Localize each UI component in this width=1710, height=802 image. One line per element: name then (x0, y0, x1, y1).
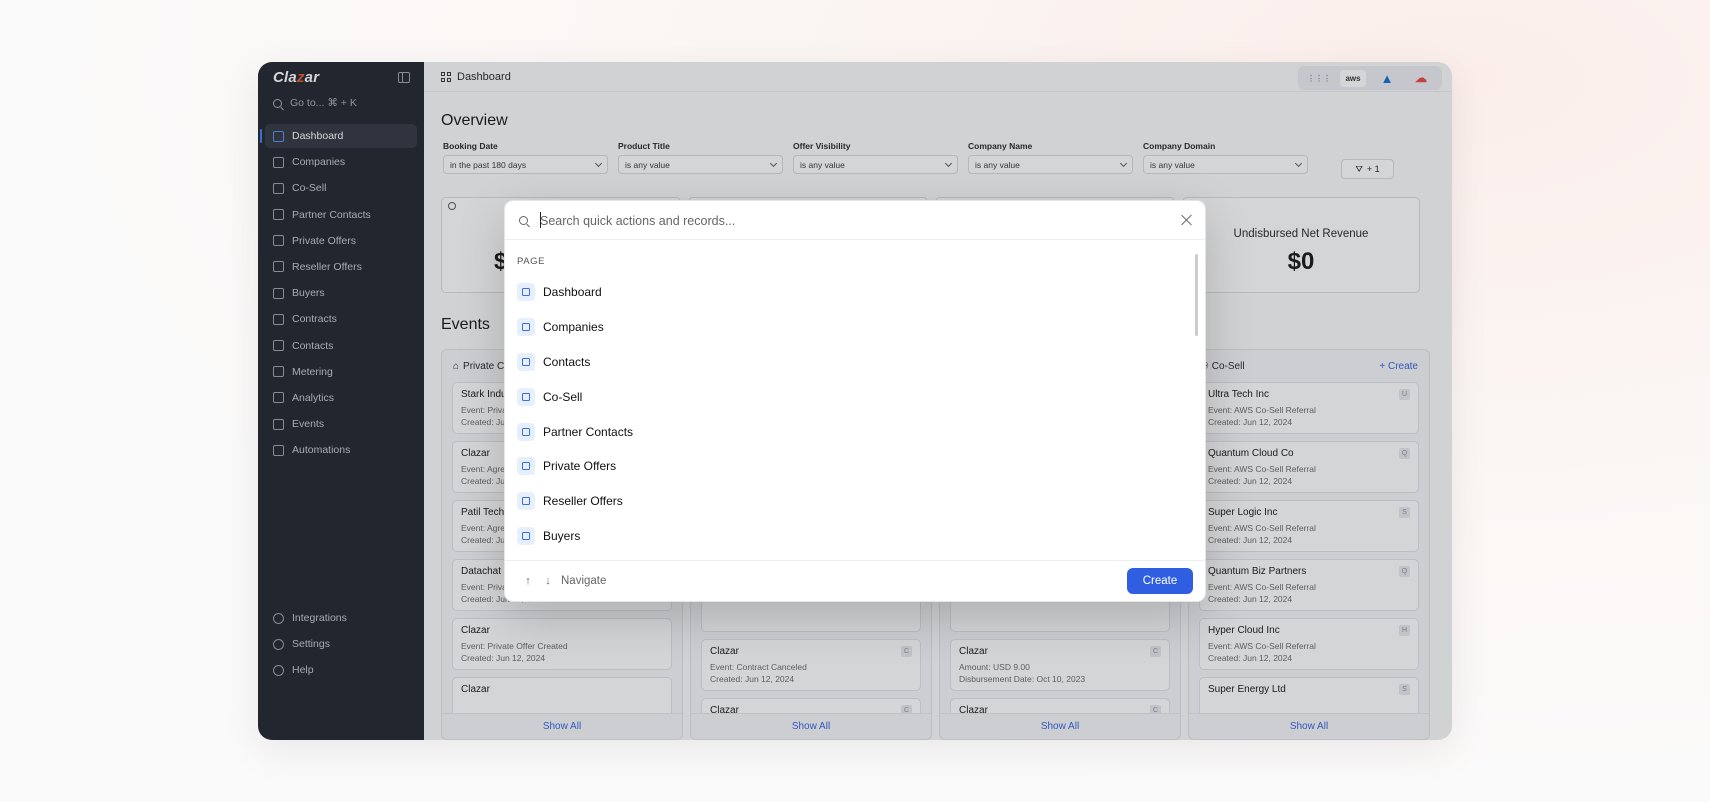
palette-item-dashboard[interactable]: Dashboard (517, 275, 1187, 310)
arrow-up-icon: ↑ (525, 575, 531, 587)
palette-item-partner-contacts[interactable]: Partner Contacts (517, 414, 1187, 449)
text-caret (540, 212, 541, 228)
palette-item-companies[interactable]: Companies (517, 310, 1187, 345)
palette-scrollbar[interactable] (1195, 254, 1198, 336)
reseller-offers-icon (517, 492, 535, 511)
palette-results: Dashboard Companies Contacts Co-Sell Partner… (517, 275, 1187, 553)
palette-item-label: Dashboard (543, 285, 602, 300)
palette-footer: ↑ ↓ Navigate Create (505, 560, 1205, 601)
arrow-down-icon: ↓ (545, 575, 551, 587)
palette-item-label: Co-Sell (543, 389, 583, 404)
close-icon[interactable] (1181, 214, 1193, 226)
buyers-icon (517, 526, 535, 545)
navigate-hint: Navigate (561, 575, 607, 587)
dashboard-icon (517, 283, 535, 302)
palette-item-buyers[interactable]: Buyers (517, 519, 1187, 554)
contacts-icon (517, 352, 535, 371)
palette-item-label: Contacts (543, 354, 591, 369)
palette-item-label: Partner Contacts (543, 424, 634, 439)
co-sell-icon (517, 387, 535, 406)
palette-item-co-sell[interactable]: Co-Sell (517, 379, 1187, 414)
palette-search-input[interactable] (540, 210, 1140, 232)
palette-item-private-offers[interactable]: Private Offers (517, 449, 1187, 484)
create-button[interactable]: Create (1127, 568, 1193, 594)
command-palette: PAGE Dashboard Companies Contacts Co-Sell Pa… (504, 200, 1206, 602)
palette-item-reseller-offers[interactable]: Reseller Offers (517, 484, 1187, 519)
palette-section-label: PAGE (517, 256, 546, 267)
palette-item-label: Companies (543, 320, 604, 335)
companies-icon (517, 318, 535, 337)
palette-item-label: Buyers (543, 528, 581, 543)
private-offers-icon (517, 457, 535, 476)
palette-item-label: Private Offers (543, 459, 617, 474)
palette-item-label: Reseller Offers (543, 494, 623, 509)
partner-contacts-icon (517, 422, 535, 441)
palette-item-contacts[interactable]: Contacts (517, 345, 1187, 380)
search-icon (519, 215, 528, 225)
palette-search-bar (505, 201, 1205, 240)
